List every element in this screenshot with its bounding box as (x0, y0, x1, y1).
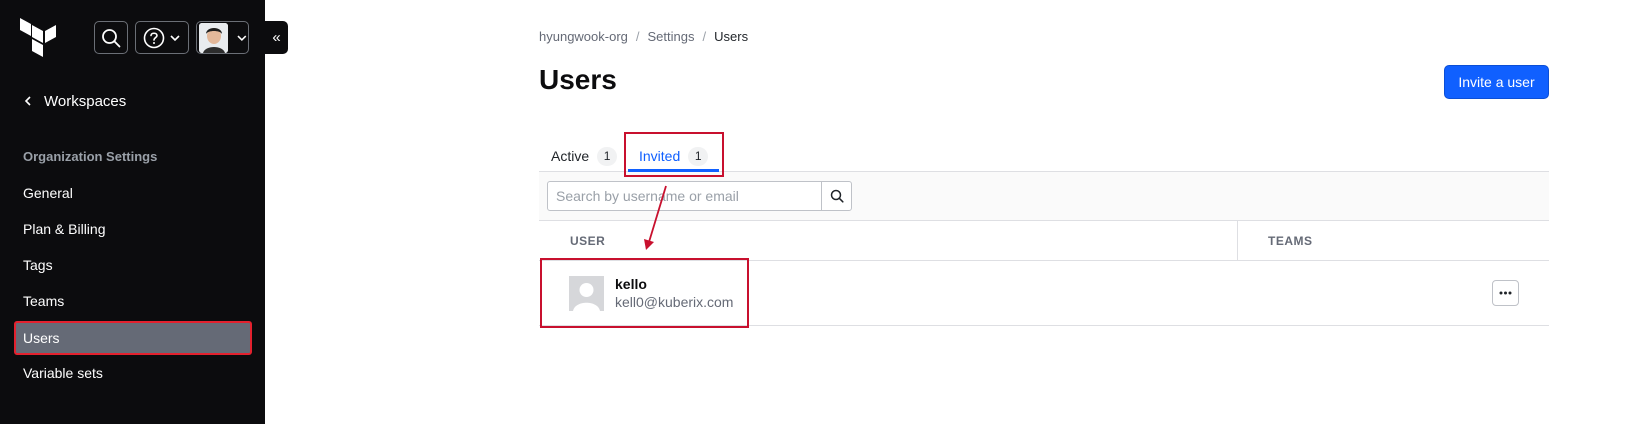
sidebar: Workspaces Organization Settings General… (0, 0, 265, 424)
search-icon (830, 189, 844, 203)
sidebar-item-label: Users (23, 330, 60, 346)
breadcrumb-separator: / (635, 29, 640, 44)
breadcrumb-settings-link[interactable]: Settings (648, 29, 695, 44)
annotation-box-invited-tab (624, 132, 724, 177)
sidebar-item-teams[interactable]: Teams (14, 284, 252, 318)
chevron-left-icon (24, 96, 31, 106)
sidebar-item-users[interactable]: Users (14, 321, 252, 355)
collapse-sidebar-button[interactable]: « (265, 21, 288, 54)
avatar (199, 22, 229, 53)
breadcrumb-separator: / (702, 29, 707, 44)
search-submit-button[interactable] (821, 181, 852, 211)
breadcrumb-current: Users (714, 29, 749, 44)
user-menu-button[interactable] (196, 21, 249, 54)
column-header-user: USER (570, 234, 606, 248)
search-icon (102, 28, 121, 47)
search-button[interactable] (94, 21, 128, 54)
help-menu-button[interactable] (135, 21, 189, 54)
sidebar-item-tags[interactable]: Tags (14, 248, 252, 282)
ellipsis-icon (1499, 291, 1512, 295)
sidebar-item-variable-sets[interactable]: Variable sets (14, 356, 252, 390)
page-title: Users (539, 64, 617, 95)
terraform-logo-icon[interactable] (20, 18, 56, 58)
back-to-workspaces-link[interactable]: Workspaces (22, 90, 126, 112)
help-icon (143, 27, 165, 48)
sidebar-item-general[interactable]: General (14, 176, 252, 210)
column-divider (1237, 221, 1238, 260)
search-input[interactable] (547, 181, 822, 211)
section-label: Organization Settings (23, 149, 158, 164)
sidebar-item-label: Tags (23, 257, 53, 273)
row-actions-button[interactable] (1492, 280, 1519, 306)
tab-active[interactable]: Active 1 (551, 144, 618, 168)
double-chevron-left-icon: « (272, 29, 281, 46)
annotation-arrow (644, 185, 667, 250)
tab-count-badge: 1 (597, 146, 618, 166)
chevron-down-icon (170, 34, 180, 41)
sidebar-item-label: Plan & Billing (23, 221, 106, 237)
back-link-label: Workspaces (44, 92, 127, 110)
chevron-down-icon (237, 34, 247, 41)
breadcrumb: hyungwook-org / Settings / Users (539, 29, 748, 44)
invite-user-button[interactable]: Invite a user (1444, 65, 1549, 99)
annotation-box-user-row (540, 258, 749, 328)
tab-label: Active (551, 148, 590, 164)
sidebar-item-label: Variable sets (23, 365, 103, 381)
sidebar-item-plan-billing[interactable]: Plan & Billing (14, 212, 252, 246)
breadcrumb-org-link[interactable]: hyungwook-org (539, 29, 628, 44)
sidebar-item-label: Teams (23, 293, 65, 309)
column-header-teams: TEAMS (1268, 234, 1313, 248)
sidebar-item-label: General (23, 185, 73, 201)
